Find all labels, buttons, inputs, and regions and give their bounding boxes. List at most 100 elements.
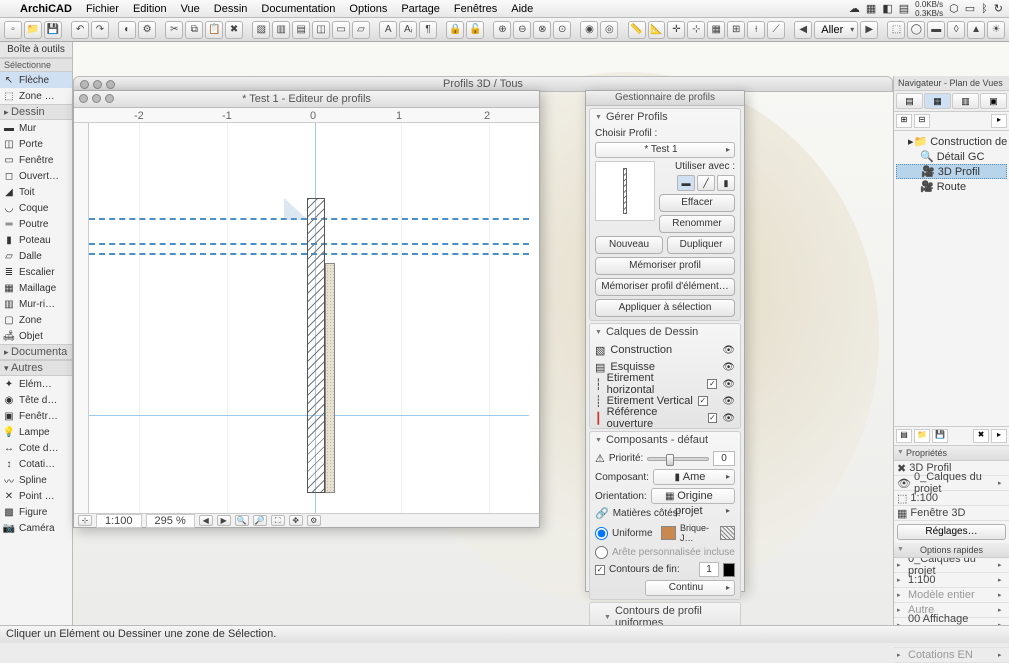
tb-text-icon[interactable]: A bbox=[379, 21, 397, 39]
tb-open-icon[interactable]: 📁 bbox=[24, 21, 42, 39]
menu-fichier[interactable]: Fichier bbox=[86, 3, 119, 15]
tb-ruler-icon[interactable]: ⟊ bbox=[747, 21, 765, 39]
footer-zoomout-icon[interactable]: 🔎 bbox=[253, 515, 267, 526]
tool-zone[interactable]: ▢Zone bbox=[0, 312, 72, 328]
opt-row-scale[interactable]: ▸1:100▸ bbox=[894, 573, 1009, 588]
sync-icon[interactable]: ↻ bbox=[994, 2, 1003, 15]
tb-delete-icon[interactable]: ✖ bbox=[225, 21, 243, 39]
tool-fenetre[interactable]: ▭Fenêtre bbox=[0, 152, 72, 168]
tb-sun-icon[interactable]: ☀ bbox=[987, 21, 1005, 39]
tb-tool2-icon[interactable]: ⊖ bbox=[513, 21, 531, 39]
nc-btn-icon[interactable]: 📁 bbox=[914, 429, 930, 443]
tool-tete[interactable]: ◉Tête d… bbox=[0, 392, 72, 408]
tool-fenetre2[interactable]: ▣Fenêtr… bbox=[0, 408, 72, 424]
pm-dupliquer-button[interactable]: Dupliquer bbox=[667, 236, 735, 254]
opt-row-model[interactable]: ▸Modèle entier▸ bbox=[894, 588, 1009, 603]
nav-item-detail[interactable]: 🔍 Détail GC bbox=[896, 149, 1007, 164]
tool-cotation[interactable]: ↕Cotati… bbox=[0, 456, 72, 472]
tb-next-icon[interactable]: ▶ bbox=[860, 21, 878, 39]
tb-grid-icon[interactable]: ▦ bbox=[707, 21, 725, 39]
tb-redo-icon[interactable]: ↷ bbox=[91, 21, 109, 39]
tool-poutre[interactable]: ═Poutre bbox=[0, 216, 72, 232]
pm-contours-style-select[interactable]: Continu bbox=[645, 580, 735, 596]
footer-zoom[interactable]: 295 % bbox=[146, 514, 195, 528]
tb-section-icon[interactable]: ▬ bbox=[927, 21, 945, 39]
tb-prev-icon[interactable]: ◀ bbox=[794, 21, 812, 39]
tool-porte[interactable]: ◫Porte bbox=[0, 136, 72, 152]
checkbox[interactable]: ✓ bbox=[708, 413, 718, 423]
tb-elem-icon[interactable]: ▧ bbox=[252, 21, 270, 39]
nav-tab-view-icon[interactable]: ▦ bbox=[924, 93, 951, 109]
footer-origin-icon[interactable]: ⊹ bbox=[78, 515, 92, 526]
tool-lampe[interactable]: 💡Lampe bbox=[0, 424, 72, 440]
tool-point[interactable]: ✕Point … bbox=[0, 488, 72, 504]
tool-figure[interactable]: ▩Figure bbox=[0, 504, 72, 520]
menu-documentation[interactable]: Documentation bbox=[261, 3, 335, 15]
tb-elem5-icon[interactable]: ▭ bbox=[332, 21, 350, 39]
tb-undo-icon[interactable]: ↶ bbox=[71, 21, 89, 39]
tb-cut-icon[interactable]: ✂ bbox=[165, 21, 183, 39]
pm-use-wall-icon[interactable]: ▬ bbox=[677, 175, 695, 191]
tool-arrow[interactable]: ↖Flèche bbox=[0, 72, 72, 88]
nc-btn-icon[interactable]: ▤ bbox=[896, 429, 912, 443]
pm-swatch[interactable] bbox=[661, 526, 676, 540]
nav-tab-publish-icon[interactable]: ▣ bbox=[980, 93, 1007, 109]
tb-elem4-icon[interactable]: ◫ bbox=[312, 21, 330, 39]
footer-pan-icon[interactable]: ✥ bbox=[289, 515, 303, 526]
tb-tool-icon[interactable]: ⊕ bbox=[493, 21, 511, 39]
tool-cote[interactable]: ↔Cote d… bbox=[0, 440, 72, 456]
tb-para-icon[interactable]: ¶ bbox=[419, 21, 437, 39]
tb-sphere-icon[interactable]: ◯ bbox=[907, 21, 925, 39]
tb-lock-icon[interactable]: 🔒 bbox=[446, 21, 464, 39]
menu-vue[interactable]: Vue bbox=[181, 3, 200, 15]
tb-measure2-icon[interactable]: 📐 bbox=[648, 21, 666, 39]
footer-scale[interactable]: 1:100 bbox=[96, 514, 142, 528]
tool-elem[interactable]: ✦Elém… bbox=[0, 376, 72, 392]
eye-icon[interactable]: 👁 bbox=[722, 345, 735, 356]
props-reglages-button[interactable]: Réglages… bbox=[897, 524, 1006, 540]
tb-new-icon[interactable]: ▫ bbox=[4, 21, 22, 39]
nc-btn-icon[interactable]: ✖ bbox=[973, 429, 989, 443]
tb-mode2-icon[interactable]: ◎ bbox=[600, 21, 618, 39]
menu-options[interactable]: Options bbox=[349, 3, 387, 15]
pm-effacer-button[interactable]: Effacer bbox=[659, 194, 735, 212]
options-title[interactable]: Options rapides bbox=[894, 543, 1009, 558]
toolbox-section-autres[interactable]: ▾ Autres bbox=[0, 360, 72, 376]
tray-icon[interactable]: ☁ bbox=[849, 2, 860, 15]
nav-tool-icon[interactable]: ⊟ bbox=[914, 114, 930, 128]
pm-nouveau-button[interactable]: Nouveau bbox=[595, 236, 663, 254]
tb-snap-icon[interactable]: ✛ bbox=[667, 21, 685, 39]
tray-icon[interactable]: ▤ bbox=[899, 2, 909, 15]
zoom-icon[interactable] bbox=[106, 80, 115, 89]
tb-measure-icon[interactable]: 📏 bbox=[628, 21, 646, 39]
tb-grid2-icon[interactable]: ⊞ bbox=[727, 21, 745, 39]
tb-elem6-icon[interactable]: ▱ bbox=[352, 21, 370, 39]
bluetooth-icon[interactable]: ᛒ bbox=[981, 3, 988, 15]
footer-next-icon[interactable]: ▶ bbox=[217, 515, 231, 526]
pm-composant-select[interactable]: ▮ Ame bbox=[653, 469, 735, 485]
tb-tool3-icon[interactable]: ⊗ bbox=[533, 21, 551, 39]
menu-partage[interactable]: Partage bbox=[401, 3, 440, 15]
menu-dessin[interactable]: Dessin bbox=[214, 3, 248, 15]
pm-contours-color[interactable] bbox=[723, 563, 735, 577]
toolbox-section-dessin[interactable]: ▸ Dessin bbox=[0, 104, 72, 120]
footer-opt-icon[interactable]: ⚙ bbox=[307, 515, 321, 526]
eye-icon[interactable]: 👁 bbox=[722, 379, 735, 390]
pm-section-calques[interactable]: Calques de Dessin bbox=[590, 324, 740, 340]
nav-item-3dprofil[interactable]: 🎥 3D Profil bbox=[896, 164, 1007, 179]
tb-snap2-icon[interactable]: ⊹ bbox=[687, 21, 705, 39]
tool-mur-rideau[interactable]: ▥Mur-ri… bbox=[0, 296, 72, 312]
nav-tool-icon[interactable]: ⊞ bbox=[896, 114, 912, 128]
tool-spline[interactable]: 〰Spline bbox=[0, 472, 72, 488]
tb-rebuild-icon[interactable]: ⚙ bbox=[138, 21, 156, 39]
editor-canvas[interactable] bbox=[89, 123, 529, 513]
tb-ruler2-icon[interactable]: ⟋ bbox=[767, 21, 785, 39]
pm-layer-construction[interactable]: ▧Construction👁 bbox=[595, 343, 735, 357]
tb-suspend-icon[interactable]: ◐ bbox=[118, 21, 136, 39]
nc-btn-icon[interactable]: 💾 bbox=[932, 429, 948, 443]
footer-fit-icon[interactable]: ⛶ bbox=[271, 515, 285, 526]
tool-objet[interactable]: 🛋Objet bbox=[0, 328, 72, 344]
pm-section-composants[interactable]: Composants - défaut bbox=[590, 432, 740, 448]
tb-copy-icon[interactable]: ⧉ bbox=[185, 21, 203, 39]
pm-arete-radio[interactable] bbox=[595, 546, 608, 559]
